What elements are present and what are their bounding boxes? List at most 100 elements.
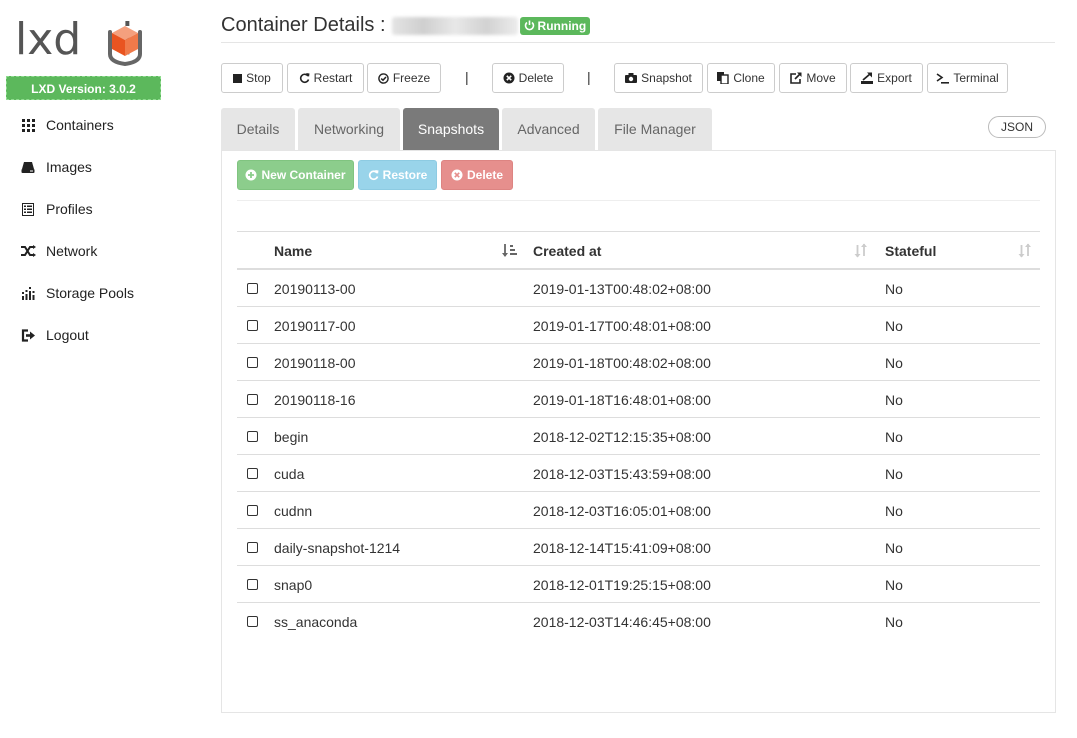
snapshot-name: 20190118-00 — [274, 354, 356, 371]
snapshot-name: 20190117-00 — [274, 317, 356, 334]
delete-snapshot-button[interactable]: Delete — [441, 160, 513, 190]
snapshot-created-at: 2018-12-14T15:41:09+08:00 — [533, 539, 711, 556]
sort-icon[interactable] — [854, 243, 868, 258]
snapshot-name: 20190118-16 — [274, 391, 356, 408]
restore-label: Restore — [382, 168, 428, 182]
table-row[interactable]: begin 2018-12-02T12:15:35+08:00 No — [237, 418, 1040, 455]
toolbar-separator: | — [465, 69, 469, 85]
snapshot-name: 20190113-00 — [274, 280, 356, 297]
lxd-version-badge: LXD Version: 3.0.2 — [6, 76, 161, 100]
row-checkbox[interactable] — [247, 542, 258, 553]
sidebar-item-profiles[interactable]: Profiles — [0, 188, 210, 230]
clone-button[interactable]: Clone — [707, 63, 775, 93]
column-header-name[interactable]: Name — [274, 232, 312, 269]
snapshot-button[interactable]: Snapshot — [614, 63, 703, 93]
sidebar-item-images[interactable]: Images — [0, 146, 210, 188]
terminal-button[interactable]: Terminal — [927, 63, 1008, 93]
snapshot-name: cuda — [274, 465, 305, 482]
row-checkbox[interactable] — [247, 505, 258, 516]
snapshot-name: snap0 — [274, 576, 313, 593]
snapshot-name: daily-snapshot-1214 — [274, 539, 401, 556]
row-checkbox[interactable] — [247, 616, 258, 627]
stop-label: Stop — [246, 71, 271, 85]
snapshot-stateful: No — [885, 428, 903, 445]
export-label: Export — [877, 71, 912, 85]
plus-circle-icon — [245, 169, 257, 181]
export-icon — [861, 72, 874, 84]
export-button[interactable]: Export — [850, 63, 923, 93]
snapshot-stateful: No — [885, 539, 903, 556]
check-circle-icon — [378, 72, 389, 84]
table-row[interactable]: 20190117-00 2019-01-17T00:48:01+08:00 No — [237, 307, 1040, 344]
stop-icon — [233, 73, 243, 83]
page-title: Container Details : Running — [221, 14, 591, 37]
toolbar-separator: | — [587, 69, 591, 85]
table-row[interactable]: daily-snapshot-1214 2018-12-14T15:41:09+0… — [237, 529, 1040, 566]
table-row[interactable]: ss_anaconda 2018-12-03T14:46:45+08:00 No — [237, 603, 1040, 640]
snapshot-created-at: 2019-01-17T00:48:01+08:00 — [533, 317, 711, 334]
logout-icon — [20, 327, 36, 343]
row-checkbox[interactable] — [247, 579, 258, 590]
column-header-created[interactable]: Created at — [533, 232, 601, 269]
snapshot-created-at: 2018-12-03T16:05:01+08:00 — [533, 502, 711, 519]
sidebar-item-logout[interactable]: Logout — [0, 314, 210, 356]
stop-button[interactable]: Stop — [221, 63, 283, 93]
row-checkbox[interactable] — [247, 468, 258, 479]
tab-networking[interactable]: Networking — [298, 108, 400, 150]
refresh-icon — [368, 169, 379, 180]
snapshot-stateful: No — [885, 465, 903, 482]
freeze-label: Freeze — [392, 71, 431, 85]
row-checkbox[interactable] — [247, 357, 258, 368]
table-row[interactable]: 20190113-00 2019-01-13T00:48:02+08:00 No — [237, 270, 1040, 307]
snapshot-created-at: 2019-01-18T16:48:01+08:00 — [533, 391, 711, 408]
copy-icon — [717, 72, 730, 84]
freeze-button[interactable]: Freeze — [367, 63, 441, 93]
restart-label: Restart — [313, 71, 353, 85]
cube-logo-icon — [108, 26, 142, 66]
restore-button[interactable]: Restore — [358, 160, 437, 190]
tab-snapshots[interactable]: Snapshots — [403, 108, 499, 150]
sidebar-nav: Containers Images Profiles Network Stora… — [0, 104, 210, 356]
refresh-icon — [299, 72, 310, 83]
terminal-label: Terminal — [953, 71, 999, 85]
power-icon — [524, 20, 534, 31]
new-container-button[interactable]: New Container — [237, 160, 354, 190]
sort-icon[interactable] — [1018, 243, 1032, 258]
lxdui-logo: lxdi — [15, 14, 155, 68]
snapshot-created-at: 2019-01-13T00:48:02+08:00 — [533, 280, 711, 297]
hdd-icon — [20, 159, 36, 175]
tab-advanced[interactable]: Advanced — [502, 108, 595, 150]
sidebar-item-network[interactable]: Network — [0, 230, 210, 272]
table-body: 20190113-00 2019-01-13T00:48:02+08:00 No 20… — [237, 270, 1040, 640]
sort-ascending-icon[interactable] — [502, 243, 518, 258]
container-toolbar: Stop Restart Freeze | Delete | Snapshot … — [221, 63, 1055, 93]
row-checkbox[interactable] — [247, 394, 258, 405]
snapshot-stateful: No — [885, 613, 903, 630]
table-row[interactable]: 20190118-00 2019-01-18T00:48:02+08:00 No — [237, 344, 1040, 381]
remove-circle-icon — [503, 72, 515, 84]
row-checkbox[interactable] — [247, 320, 258, 331]
row-checkbox[interactable] — [247, 431, 258, 442]
sidebar-item-containers[interactable]: Containers — [0, 104, 210, 146]
table-row[interactable]: cudnn 2018-12-03T16:05:01+08:00 No — [237, 492, 1040, 529]
column-header-stateful[interactable]: Stateful — [885, 232, 936, 269]
tab-details[interactable]: Details — [221, 108, 295, 150]
delete-container-button[interactable]: Delete — [492, 63, 564, 93]
remove-circle-icon — [451, 169, 463, 181]
snapshot-label: Snapshot — [641, 71, 692, 85]
move-button[interactable]: Move — [779, 63, 847, 93]
header-divider — [221, 42, 1055, 43]
terminal-icon — [936, 72, 950, 84]
share-icon — [790, 72, 802, 84]
table-row[interactable]: cuda 2018-12-03T15:43:59+08:00 No — [237, 455, 1040, 492]
tab-file-manager[interactable]: File Manager — [598, 108, 712, 150]
status-text: Running — [537, 18, 587, 33]
snapshot-stateful: No — [885, 576, 903, 593]
sidebar-item-storage-pools[interactable]: Storage Pools — [0, 272, 210, 314]
new-container-label: New Container — [261, 168, 346, 182]
row-checkbox[interactable] — [247, 283, 258, 294]
table-row[interactable]: 20190118-16 2019-01-18T16:48:01+08:00 No — [237, 381, 1040, 418]
table-row[interactable]: snap0 2018-12-01T19:25:15+08:00 No — [237, 566, 1040, 603]
restart-button[interactable]: Restart — [287, 63, 364, 93]
json-button[interactable]: JSON — [988, 116, 1046, 138]
